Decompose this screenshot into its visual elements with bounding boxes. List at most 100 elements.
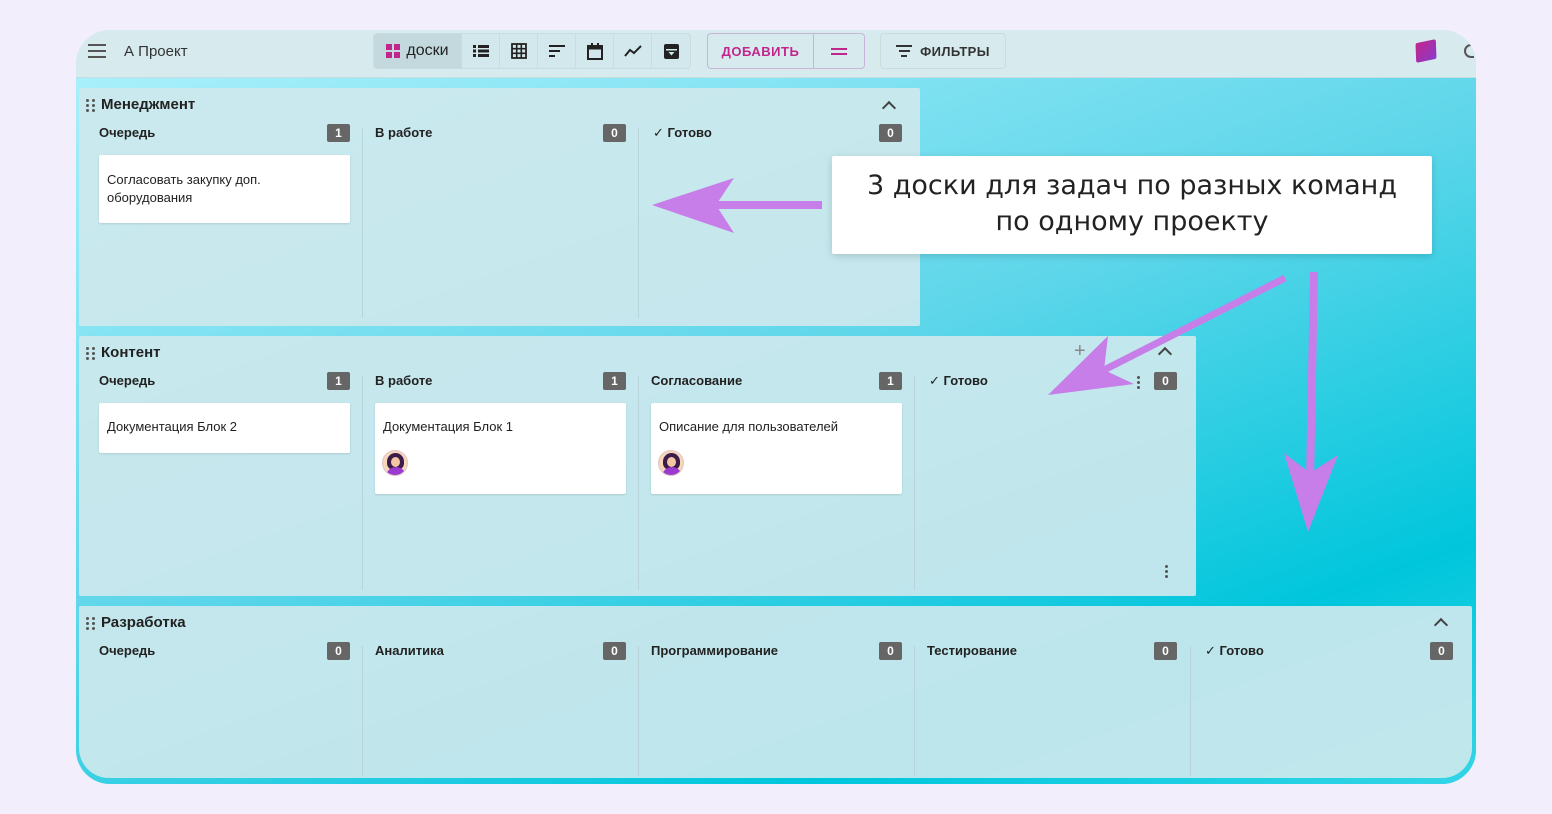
column-title-text: Готово: [667, 125, 712, 140]
column-queue: Очередь 0: [99, 634, 351, 774]
column-divider: [1190, 646, 1191, 776]
column-divider: [638, 128, 639, 318]
count-badge: 0: [1430, 642, 1453, 660]
app-logo-icon[interactable]: [1415, 39, 1437, 63]
column-title: Согласование: [651, 373, 743, 388]
view-boards-label: доски: [406, 42, 449, 59]
column-title: В работе: [375, 125, 433, 140]
view-boards-button[interactable]: доски: [374, 34, 462, 68]
task-card[interactable]: Согласовать закупку доп. оборудования: [99, 155, 350, 223]
project-title: А Проект: [124, 43, 188, 60]
annotation-callout: 3 доски для задач по разных команд по од…: [832, 156, 1432, 254]
column-title: Тестирование: [927, 643, 1017, 658]
board-title: Контент: [101, 344, 161, 361]
column-title: ✓ Готово: [1205, 643, 1264, 659]
board-title: Менеджмент: [101, 96, 196, 113]
column-queue: Очередь 1 Документация Блок 2: [99, 364, 351, 592]
callout-line-2: по одному проекту: [995, 206, 1269, 237]
column-divider: [638, 376, 639, 590]
count-badge: 1: [327, 124, 350, 142]
view-chart-button[interactable]: [614, 34, 652, 68]
add-button-group: ДОБАВИТЬ: [707, 33, 865, 69]
column-menu-icon[interactable]: [1137, 376, 1141, 389]
gantt-icon: [548, 45, 565, 57]
filter-icon: [896, 45, 913, 57]
check-icon: ✓: [1205, 643, 1216, 658]
count-badge: 0: [1154, 642, 1177, 660]
task-card-text: Согласовать закупку доп. оборудования: [107, 172, 261, 205]
avatar[interactable]: [658, 450, 684, 476]
view-gantt-button[interactable]: [538, 34, 576, 68]
check-icon: ✓: [929, 373, 940, 388]
count-badge: 0: [603, 124, 626, 142]
count-badge: 0: [879, 124, 902, 142]
column-divider: [362, 646, 363, 776]
drag-handle-icon[interactable]: [86, 347, 95, 360]
column-testing: Тестирование 0: [927, 634, 1179, 774]
collapse-chevron-icon[interactable]: [1433, 617, 1449, 633]
chart-icon: [623, 45, 642, 57]
top-bar: А Проект доски ДОБАВИТЬ ФИЛЬТРЫ: [76, 30, 1476, 78]
avatar[interactable]: [382, 450, 408, 476]
view-calendar-button[interactable]: [576, 34, 614, 68]
check-icon: ✓: [653, 125, 664, 140]
view-switcher: доски: [373, 33, 691, 69]
column-title: В работе: [375, 373, 433, 388]
filters-button[interactable]: ФИЛЬТРЫ: [880, 33, 1006, 69]
boards-icon: [386, 44, 401, 58]
column-divider: [362, 128, 363, 318]
calendar-icon: [586, 42, 603, 60]
column-title: ✓ Готово: [929, 373, 988, 389]
add-column-icon[interactable]: +: [1074, 341, 1086, 361]
column-title: Аналитика: [375, 643, 444, 658]
drag-handle-icon[interactable]: [86, 99, 95, 112]
column-title: ✓ Готово: [653, 125, 712, 141]
filters-label: ФИЛЬТРЫ: [920, 43, 990, 59]
view-archive-button[interactable]: [652, 34, 690, 68]
column-title: Очередь: [99, 373, 156, 388]
column-done: ✓ Готово 0: [929, 364, 1179, 592]
add-button[interactable]: ДОБАВИТЬ: [708, 34, 814, 68]
collapse-chevron-icon[interactable]: [881, 100, 897, 116]
column-approval: Согласование 1 Описание для пользователе…: [651, 364, 903, 592]
column-title: Очередь: [99, 125, 156, 140]
count-badge: 1: [327, 372, 350, 390]
list-icon: [472, 45, 489, 57]
count-badge: 1: [879, 372, 902, 390]
collapse-chevron-icon[interactable]: [1157, 346, 1173, 362]
callout-line-1: 3 доски для задач по разных команд: [866, 170, 1398, 201]
column-divider: [362, 376, 363, 590]
column-divider: [638, 646, 639, 776]
drag-handle-icon[interactable]: [86, 617, 95, 630]
count-badge: 0: [879, 642, 902, 660]
task-card-text: Документация Блок 2: [107, 419, 237, 434]
column-divider: [914, 646, 915, 776]
task-card[interactable]: Описание для пользователей: [651, 403, 902, 494]
column-title: Программирование: [651, 643, 779, 658]
count-badge: 0: [1154, 372, 1177, 390]
column-title: Очередь: [99, 643, 156, 658]
column-title-text: Готово: [943, 373, 988, 388]
column-done: ✓ Готово 0: [1205, 634, 1455, 774]
user-menu-icon[interactable]: [1464, 44, 1474, 58]
column-queue: Очередь 1 Согласовать закупку доп. обору…: [99, 116, 351, 316]
add-menu-button[interactable]: [814, 34, 864, 68]
task-card-text: Документация Блок 1: [383, 419, 513, 434]
task-card-text: Описание для пользователей: [659, 419, 839, 434]
task-card[interactable]: Документация Блок 2: [99, 403, 350, 453]
board-content: Контент + Очередь 1 Документация Блок 2 …: [79, 336, 1196, 596]
column-in-progress: В работе 1 Документация Блок 1: [375, 364, 627, 592]
board-title: Разработка: [101, 614, 186, 631]
view-list-button[interactable]: [462, 34, 500, 68]
column-in-progress: В работе 0: [375, 116, 627, 316]
count-badge: 1: [603, 372, 626, 390]
view-table-button[interactable]: [500, 34, 538, 68]
more-menu-icon[interactable]: [1165, 565, 1169, 578]
board-management: Менеджмент Очередь 1 Согласовать закупку…: [79, 88, 920, 326]
column-programming: Программирование 0: [651, 634, 903, 774]
count-badge: 0: [327, 642, 350, 660]
task-card[interactable]: Документация Блок 1: [375, 403, 626, 494]
hamburger-icon[interactable]: [88, 44, 106, 58]
column-analytics: Аналитика 0: [375, 634, 627, 774]
archive-icon: [663, 43, 679, 59]
